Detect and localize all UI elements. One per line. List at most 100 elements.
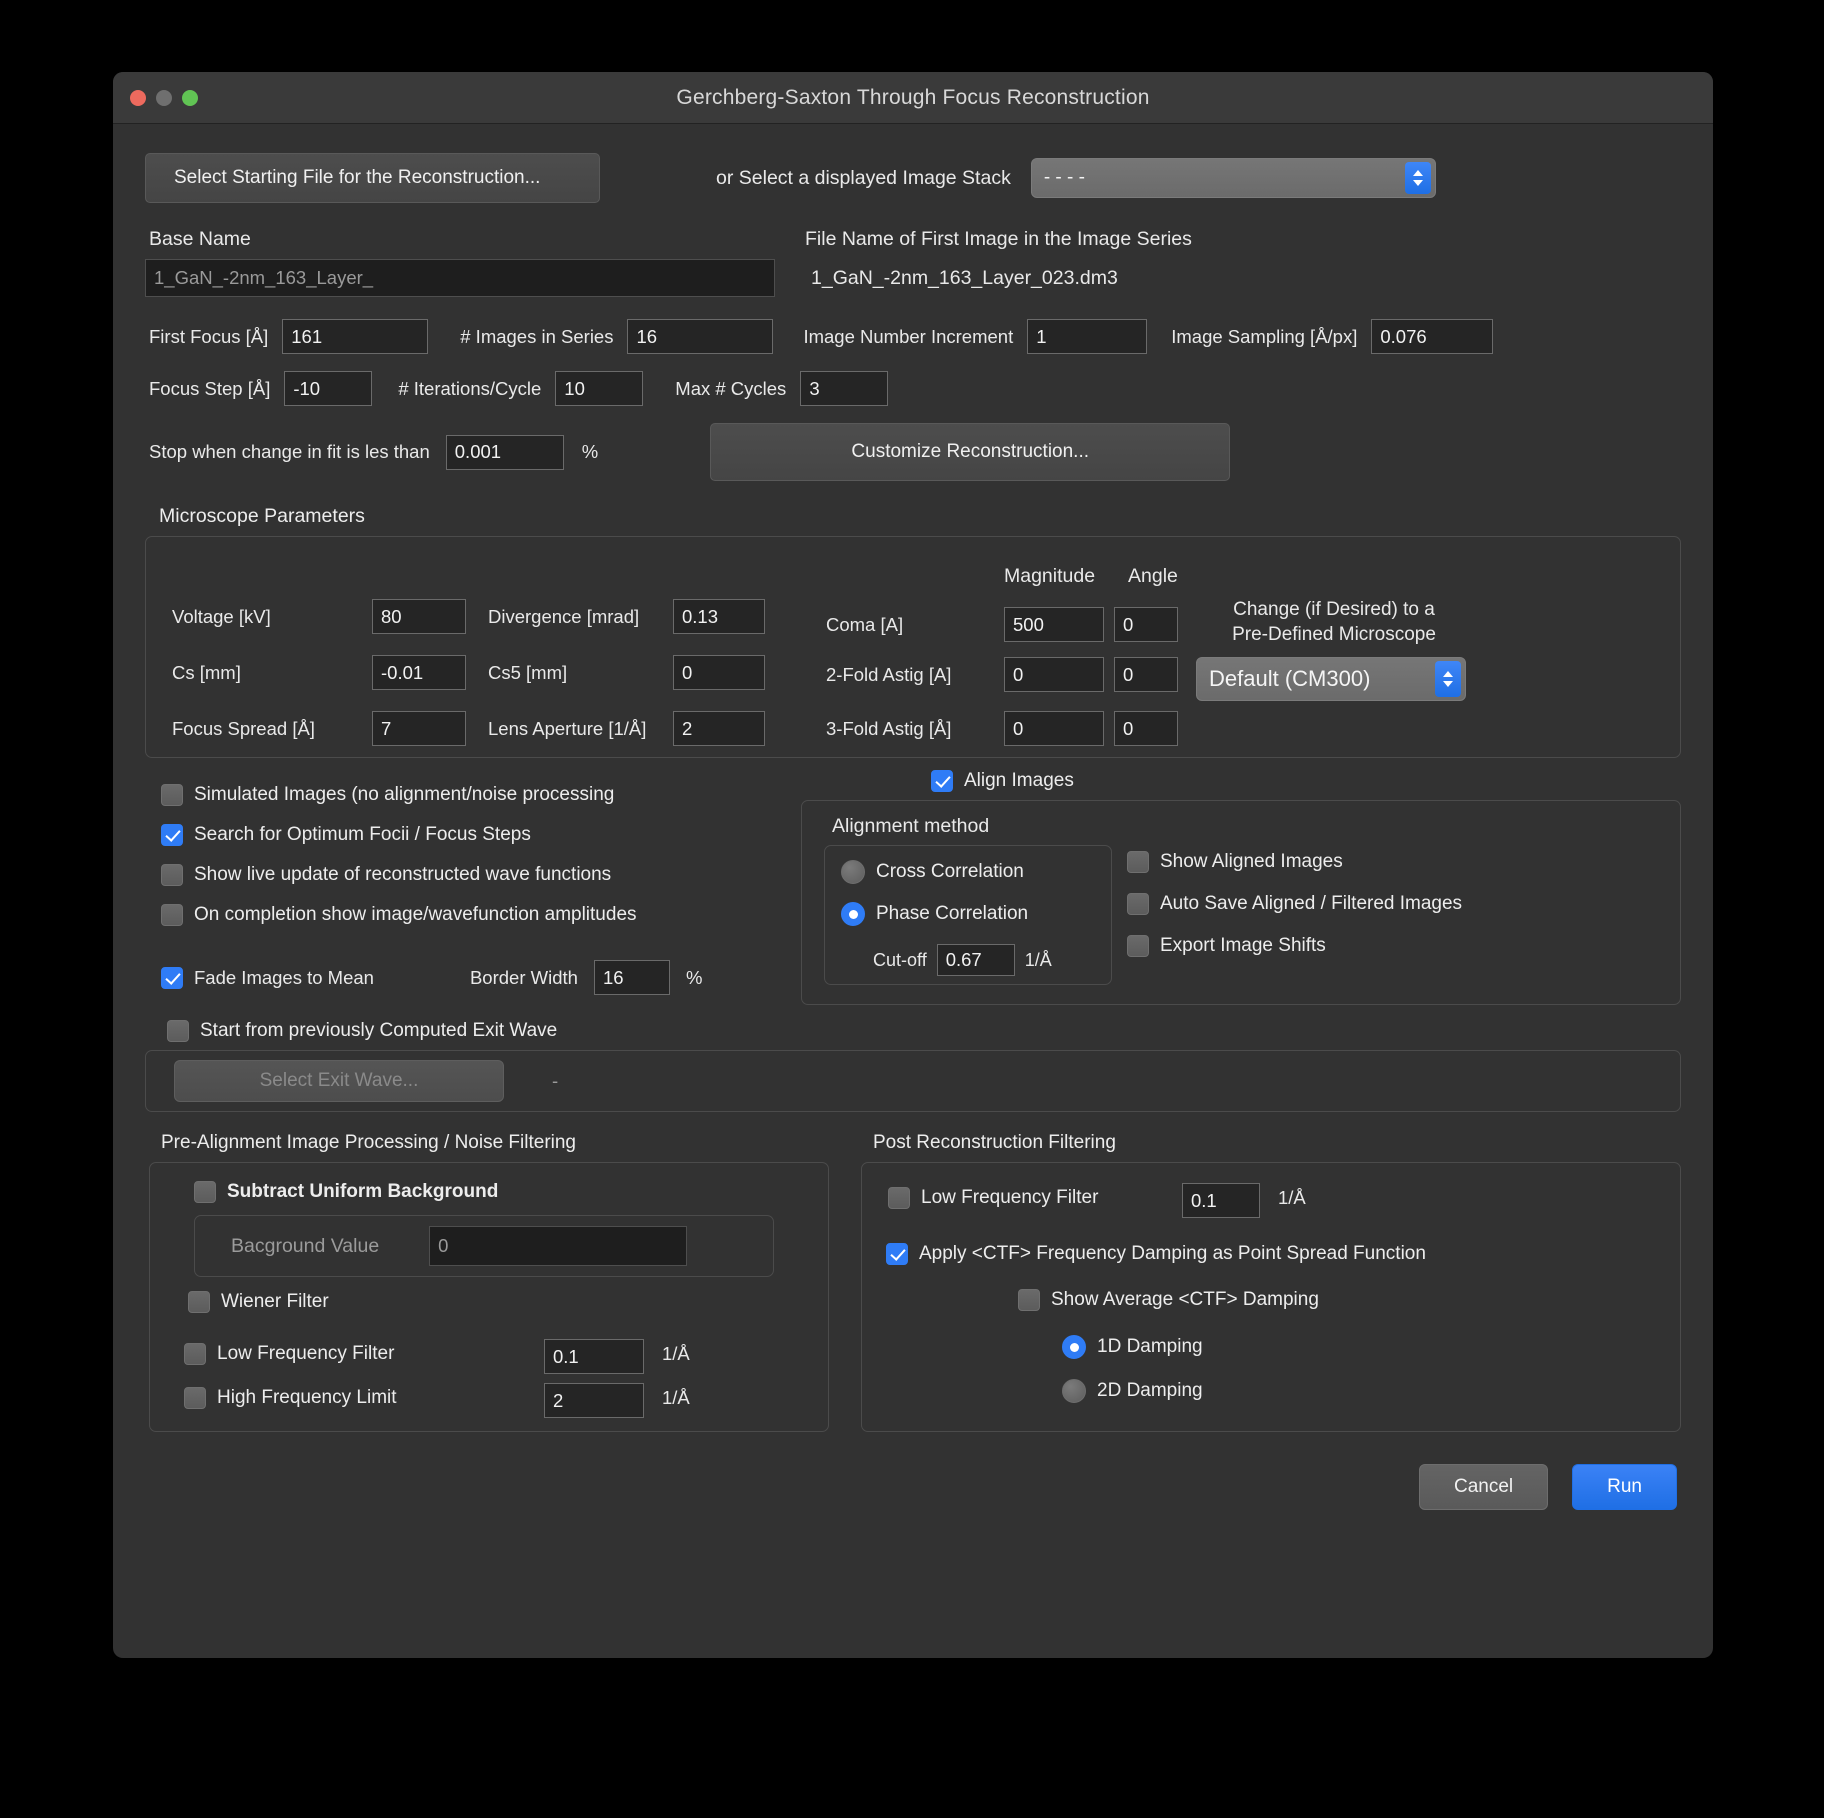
damping-2d-radio[interactable] — [1062, 1379, 1086, 1403]
post-low-frequency-row[interactable]: Low Frequency Filter — [888, 1187, 1098, 1209]
show-average-ctf-checkbox[interactable] — [1018, 1289, 1040, 1311]
cs-input[interactable] — [372, 655, 466, 690]
phase-correlation-label: Phase Correlation — [876, 903, 1029, 924]
customize-reconstruction-button[interactable]: Customize Reconstruction... — [710, 423, 1231, 481]
astig2-magnitude-input[interactable] — [1004, 657, 1104, 692]
stop-condition-input[interactable] — [445, 434, 564, 470]
search-optimum-checkbox[interactable] — [161, 824, 183, 846]
run-button[interactable]: Run — [1572, 1464, 1677, 1510]
sampling-input[interactable] — [1371, 319, 1494, 354]
iterations-label: # Iterations/Cycle — [398, 377, 542, 399]
iterations-input[interactable] — [555, 371, 644, 406]
divergence-input[interactable] — [673, 599, 765, 634]
first-focus-label: First Focus [Å] — [149, 325, 269, 347]
predefined-microscope-label-line2: Pre-Defined Microscope — [1232, 624, 1436, 645]
phase-correlation-radio[interactable] — [841, 902, 865, 926]
on-completion-checkbox[interactable] — [161, 904, 183, 926]
apply-ctf-row[interactable]: Apply <CTF> Frequency Damping as Point S… — [886, 1243, 1426, 1265]
live-update-row[interactable]: Show live update of reconstructed wave f… — [161, 864, 702, 886]
astig3-magnitude-input[interactable] — [1004, 711, 1104, 746]
increment-input[interactable] — [1027, 319, 1148, 354]
cross-correlation-row[interactable]: Cross Correlation — [841, 860, 1024, 884]
astig2-label: 2-Fold Astig [A] — [826, 663, 952, 685]
fade-images-checkbox[interactable] — [161, 966, 183, 989]
pre-high-frequency-input[interactable] — [544, 1383, 644, 1418]
voltage-input[interactable] — [372, 599, 466, 634]
pre-high-frequency-row[interactable]: High Frequency Limit — [184, 1387, 397, 1409]
show-avg-ctf-row[interactable]: Show Average <CTF> Damping — [1018, 1289, 1319, 1311]
background-value-input[interactable] — [429, 1226, 688, 1266]
cs5-input[interactable] — [673, 655, 765, 690]
divergence-label: Divergence [mrad] — [488, 605, 640, 627]
select-exit-wave-button[interactable]: Select Exit Wave... — [174, 1060, 504, 1102]
pre-low-frequency-row[interactable]: Low Frequency Filter — [184, 1343, 394, 1365]
pre-high-frequency-label: High Frequency Limit — [217, 1387, 397, 1408]
post-low-frequency-input[interactable] — [1182, 1183, 1260, 1218]
focus-spread-label: Focus Spread [Å] — [172, 717, 315, 739]
on-completion-row[interactable]: On completion show image/wavefunction am… — [161, 904, 702, 926]
select-starting-file-button[interactable]: Select Starting File for the Reconstruct… — [145, 153, 600, 203]
post-low-frequency-label: Low Frequency Filter — [921, 1187, 1099, 1208]
lens-aperture-input[interactable] — [673, 711, 765, 746]
export-shifts-checkbox[interactable] — [1127, 935, 1149, 957]
base-name-input[interactable] — [145, 259, 775, 297]
auto-save-checkbox[interactable] — [1127, 893, 1149, 915]
align-images-checkbox[interactable] — [931, 770, 953, 792]
focus-spread-input[interactable] — [372, 711, 466, 746]
image-stack-select[interactable]: - - - - — [1030, 158, 1436, 198]
predefined-microscope-select[interactable]: Default (CM300) — [1196, 657, 1466, 701]
live-update-checkbox[interactable] — [161, 864, 183, 886]
alignment-method-title: Alignment method — [832, 815, 990, 837]
show-aligned-checkbox[interactable] — [1127, 851, 1149, 873]
cancel-button[interactable]: Cancel — [1418, 1464, 1549, 1510]
base-name-label: Base Name — [149, 228, 251, 250]
show-aligned-row[interactable]: Show Aligned Images — [1127, 851, 1462, 873]
search-optimum-row[interactable]: Search for Optimum Focii / Focus Steps — [161, 824, 702, 846]
pre-high-frequency-checkbox[interactable] — [184, 1387, 206, 1409]
simulated-images-checkbox[interactable] — [161, 784, 183, 806]
apply-ctf-checkbox[interactable] — [886, 1243, 908, 1265]
cutoff-input[interactable] — [936, 944, 1015, 976]
astig3-angle-input[interactable] — [1114, 711, 1178, 746]
subtract-bg-row[interactable]: Subtract Uniform Background — [194, 1181, 498, 1203]
start-exit-wave-row[interactable]: Start from previously Computed Exit Wave — [167, 1020, 1681, 1042]
focus-step-input[interactable] — [284, 371, 373, 406]
coma-angle-input[interactable] — [1114, 607, 1178, 642]
auto-save-label: Auto Save Aligned / Filtered Images — [1160, 893, 1463, 914]
post-low-frequency-unit: 1/Å — [1278, 1187, 1306, 1208]
magnitude-header: Magnitude — [1004, 565, 1096, 587]
align-images-row[interactable]: Align Images — [931, 770, 1681, 792]
damping-1d-row[interactable]: 1D Damping — [1062, 1335, 1203, 1359]
max-cycles-input[interactable] — [800, 371, 889, 406]
damping-1d-radio[interactable] — [1062, 1335, 1086, 1359]
pre-low-frequency-input[interactable] — [544, 1339, 644, 1374]
image-stack-label: or Select a displayed Image Stack — [716, 166, 1011, 189]
subtract-background-checkbox[interactable] — [194, 1181, 216, 1203]
wiener-filter-row[interactable]: Wiener Filter — [188, 1291, 329, 1313]
predefined-microscope-label-line1: Change (if Desired) to a — [1233, 599, 1435, 620]
num-images-input[interactable] — [627, 319, 774, 354]
predefined-microscope-value: Default (CM300) — [1209, 666, 1371, 691]
phase-correlation-row[interactable]: Phase Correlation — [841, 902, 1028, 926]
coma-magnitude-input[interactable] — [1004, 607, 1104, 642]
align-images-label: Align Images — [964, 770, 1074, 791]
astig2-angle-input[interactable] — [1114, 657, 1178, 692]
chevron-updown-icon[interactable] — [1404, 162, 1431, 194]
border-width-input[interactable] — [593, 960, 670, 995]
auto-save-row[interactable]: Auto Save Aligned / Filtered Images — [1127, 893, 1462, 915]
voltage-label: Voltage [kV] — [172, 605, 271, 627]
post-reconstruction-panel: Low Frequency Filter 1/Å Apply <CTF> Fre… — [861, 1162, 1681, 1432]
pre-low-frequency-checkbox[interactable] — [184, 1343, 206, 1365]
first-focus-input[interactable] — [282, 319, 429, 354]
export-shifts-row[interactable]: Export Image Shifts — [1127, 935, 1462, 957]
increment-label: Image Number Increment — [803, 325, 1014, 347]
damping-2d-row[interactable]: 2D Damping — [1062, 1379, 1203, 1403]
start-exit-wave-checkbox[interactable] — [167, 1020, 189, 1042]
subtract-background-label: Subtract Uniform Background — [227, 1181, 499, 1202]
simulated-images-row[interactable]: Simulated Images (no alignment/noise pro… — [161, 784, 702, 806]
cross-correlation-radio[interactable] — [841, 860, 865, 884]
chevron-updown-icon[interactable] — [1435, 661, 1461, 697]
wiener-filter-checkbox[interactable] — [188, 1291, 210, 1313]
stop-condition-unit: % — [581, 441, 599, 462]
post-low-frequency-checkbox[interactable] — [888, 1187, 910, 1209]
